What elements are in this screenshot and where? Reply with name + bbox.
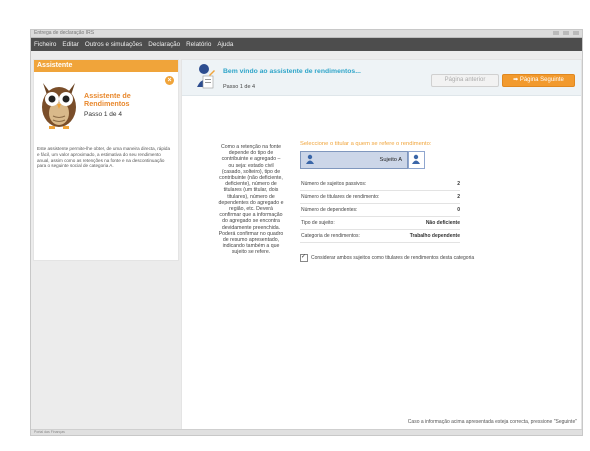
summary-value: Trabalho dependente — [409, 233, 460, 239]
summary-row: Número de dependentes: 0 — [300, 204, 460, 217]
close-window-icon[interactable] — [573, 31, 579, 35]
summary-row: Número de sujeitos passivos: 2 — [300, 178, 460, 191]
menu-help[interactable]: Ajuda — [217, 38, 233, 51]
subject-selection-title: Seleccione o titular a quem se refere o … — [300, 141, 432, 147]
assistant-header: Assistente — [34, 60, 178, 72]
menu-report[interactable]: Relatório — [186, 38, 211, 51]
summary-table: Número de sujeitos passivos: 2 Número de… — [300, 178, 460, 243]
banner-step: Passo 1 de 4 — [223, 84, 256, 90]
footer-note: Caso a informação acima apresentada este… — [407, 419, 577, 425]
subject-a-label: Sujeito A — [379, 157, 402, 163]
next-page-button[interactable]: ➡ Página Seguinte — [502, 74, 575, 87]
previous-page-button[interactable]: Página anterior — [431, 74, 499, 87]
window-controls — [553, 31, 579, 35]
menu-file[interactable]: Ficheiro — [34, 38, 56, 51]
close-assistant-button[interactable]: × — [165, 76, 174, 85]
info-text: Como a retenção na fonte depende do tipo… — [218, 144, 284, 256]
wizard-banner: Bem vindo ao assistente de rendimentos..… — [182, 60, 581, 96]
checkbox-icon[interactable] — [300, 253, 308, 262]
menu-declaration[interactable]: Declaração — [148, 38, 180, 51]
assistant-step: Passo 1 de 4 — [84, 111, 122, 118]
welcome-title: Bem vindo ao assistente de rendimentos..… — [223, 68, 361, 75]
summary-row: Categoria de rendimentos: Trabalho depen… — [300, 230, 460, 243]
assistant-panel: Assistente × Assistente de Rendimentos P… — [33, 59, 179, 261]
subject-a-button[interactable]: Sujeito A — [300, 151, 408, 169]
user-form-icon — [197, 64, 215, 89]
subject-b-button[interactable] — [408, 151, 425, 169]
owl-mascot-icon — [42, 83, 76, 129]
checkbox-label: Considerar ambos sujeitos como titulares… — [311, 255, 475, 261]
summary-key: Tipo de sujeito: — [301, 220, 335, 226]
summary-key: Número de dependentes: — [301, 207, 358, 213]
main-content: Bem vindo ao assistente de rendimentos..… — [181, 59, 582, 431]
summary-key: Categoria de rendimentos: — [301, 233, 360, 239]
next-page-label: Página Seguinte — [519, 77, 564, 83]
summary-value: 0 — [457, 207, 460, 213]
summary-value: 2 — [457, 194, 460, 200]
status-text: Portal das Finanças — [34, 430, 65, 434]
person-icon — [412, 154, 420, 164]
menu-other-simulations[interactable]: Outros e simulações — [85, 38, 142, 51]
summary-row: Número de titulares de rendimento: 2 — [300, 191, 460, 204]
both-subjects-checkbox[interactable]: Considerar ambos sujeitos como titulares… — [300, 253, 475, 262]
summary-value: 2 — [457, 181, 460, 187]
summary-row: Tipo de sujeito: Não deficiente — [300, 217, 460, 230]
menu-edit[interactable]: Editar — [62, 38, 78, 51]
title-bar: Entrega de declaração IRS — [31, 30, 582, 38]
status-bar: Portal das Finanças — [31, 429, 582, 435]
menu-bar: Ficheiro Editar Outros e simulações Decl… — [31, 38, 582, 51]
summary-key: Número de titulares de rendimento: — [301, 194, 380, 200]
assistant-description: Este assistente permite-lhe obter, de um… — [37, 146, 171, 169]
next-arrow-icon: ➡ — [513, 77, 520, 83]
person-icon — [306, 154, 314, 164]
window-title: Entrega de declaração IRS — [34, 30, 95, 36]
summary-value: Não deficiente — [425, 220, 460, 226]
assistant-title: Assistente de Rendimentos — [84, 91, 131, 108]
minimize-icon[interactable] — [553, 31, 559, 35]
summary-key: Número de sujeitos passivos: — [301, 181, 367, 187]
maximize-icon[interactable] — [563, 31, 569, 35]
app-window: Entrega de declaração IRS Ficheiro Edita… — [30, 29, 583, 436]
